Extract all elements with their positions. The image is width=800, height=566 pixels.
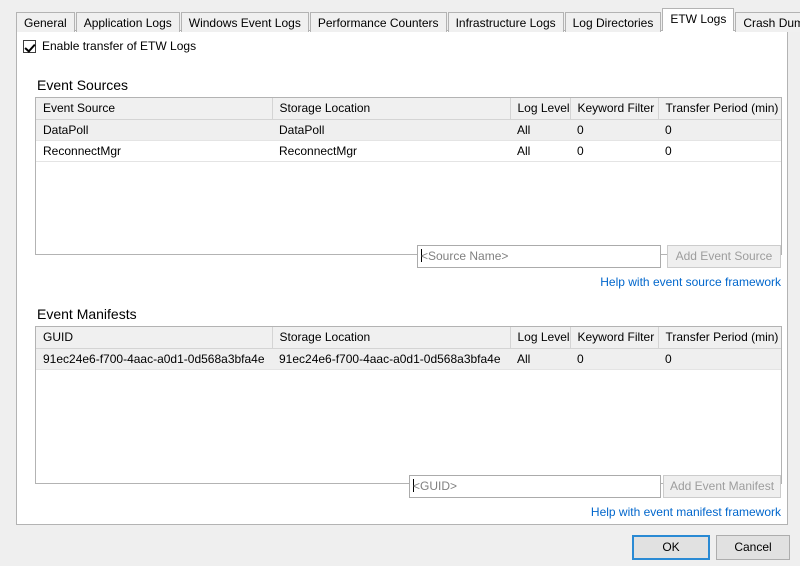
column-header-transfer-period[interactable]: Transfer Period (min)	[658, 327, 781, 349]
cell-transfer-period[interactable]: 0	[658, 348, 781, 370]
table-empty-cell	[36, 369, 781, 483]
tab-crash-dumps[interactable]: Crash Dumps	[735, 12, 800, 32]
tab-label: ETW Logs	[670, 12, 727, 26]
source-name-placeholder: <Source Name>	[421, 249, 509, 263]
tab-log-directories[interactable]: Log Directories	[564, 12, 662, 32]
cancel-button-label: Cancel	[734, 540, 772, 554]
dialog-footer: OK Cancel	[0, 525, 800, 566]
cell-log-level[interactable]: All	[510, 140, 570, 162]
tab-general[interactable]: General	[16, 12, 75, 32]
cell-keyword-filter[interactable]: 0	[570, 119, 658, 141]
column-header-storage-location[interactable]: Storage Location	[272, 327, 511, 349]
add-event-source-button[interactable]: Add Event Source	[667, 245, 781, 268]
cell-log-level[interactable]: All	[510, 119, 570, 141]
event-source-framework-help-link[interactable]: Help with event source framework	[421, 275, 781, 289]
event-manifests-table: GUID Storage Location Log Level Keyword …	[36, 327, 781, 483]
ok-button-label: OK	[662, 540, 680, 554]
table-empty-area	[36, 369, 781, 483]
table-empty-cell	[36, 161, 781, 254]
cell-storage-location[interactable]: ReconnectMgr	[272, 140, 510, 162]
ok-button[interactable]: OK	[632, 535, 710, 560]
checkmark-icon[interactable]	[23, 39, 36, 53]
event-manifest-framework-help-link[interactable]: Help with event manifest framework	[421, 505, 781, 519]
table-header-row: GUID Storage Location Log Level Keyword …	[36, 327, 781, 349]
etw-logs-tab-panel: Enable transfer of ETW Logs Event Source…	[16, 30, 788, 525]
add-event-source-label: Add Event Source	[675, 249, 773, 263]
source-name-input[interactable]: <Source Name>	[417, 245, 661, 268]
table-row[interactable]: ReconnectMgr ReconnectMgr All 0 0	[36, 140, 781, 162]
tab-bar: General Application Logs Windows Event L…	[16, 8, 800, 32]
column-header-storage-location[interactable]: Storage Location	[272, 98, 511, 120]
enable-etw-transfer-checkbox[interactable]: Enable transfer of ETW Logs	[23, 39, 196, 53]
table-row[interactable]: DataPoll DataPoll All 0 0	[36, 119, 781, 141]
cell-guid[interactable]: 91ec24e6-f700-4aac-a0d1-0d568a3bfa4e	[36, 348, 272, 370]
tab-label: Performance Counters	[317, 16, 439, 30]
add-event-manifest-button[interactable]: Add Event Manifest	[663, 475, 781, 498]
event-sources-table: Event Source Storage Location Log Level …	[36, 98, 781, 254]
tab-label: General	[24, 16, 67, 30]
column-header-event-source[interactable]: Event Source	[36, 98, 273, 120]
cell-keyword-filter[interactable]: 0	[570, 348, 658, 370]
tab-performance-counters[interactable]: Performance Counters	[309, 12, 447, 32]
table-header-row: Event Source Storage Location Log Level …	[36, 98, 781, 120]
column-header-log-level[interactable]: Log Level	[510, 98, 571, 120]
cancel-button[interactable]: Cancel	[716, 535, 790, 560]
table-row[interactable]: 91ec24e6-f700-4aac-a0d1-0d568a3bfa4e 91e…	[36, 348, 781, 370]
cell-transfer-period[interactable]: 0	[658, 140, 781, 162]
event-sources-heading: Event Sources	[37, 77, 129, 93]
tab-label: Application Logs	[83, 16, 172, 30]
cell-log-level[interactable]: All	[510, 348, 570, 370]
tab-windows-event-logs[interactable]: Windows Event Logs	[180, 12, 309, 32]
event-sources-grid[interactable]: Event Source Storage Location Log Level …	[35, 97, 782, 255]
tab-application-logs[interactable]: Application Logs	[75, 12, 180, 32]
tab-etw-logs[interactable]: ETW Logs	[662, 8, 735, 31]
table-empty-area	[36, 161, 781, 254]
cell-storage-location[interactable]: DataPoll	[272, 119, 510, 141]
event-manifests-grid[interactable]: GUID Storage Location Log Level Keyword …	[35, 326, 782, 484]
column-header-transfer-period[interactable]: Transfer Period (min)	[658, 98, 781, 120]
tab-label: Infrastructure Logs	[455, 16, 556, 30]
tab-infrastructure-logs[interactable]: Infrastructure Logs	[447, 12, 564, 32]
cell-keyword-filter[interactable]: 0	[570, 140, 658, 162]
cell-event-source[interactable]: ReconnectMgr	[36, 140, 272, 162]
add-event-manifest-label: Add Event Manifest	[669, 479, 775, 493]
tab-label: Windows Event Logs	[188, 16, 301, 30]
event-manifests-heading: Event Manifests	[37, 306, 137, 322]
enable-etw-transfer-label: Enable transfer of ETW Logs	[42, 39, 197, 53]
tab-label: Log Directories	[572, 16, 654, 30]
cell-event-source[interactable]: DataPoll	[36, 119, 272, 141]
column-header-log-level[interactable]: Log Level	[510, 327, 571, 349]
cell-transfer-period[interactable]: 0	[658, 119, 781, 141]
column-header-keyword-filter[interactable]: Keyword Filter	[570, 327, 659, 349]
cell-storage-location[interactable]: 91ec24e6-f700-4aac-a0d1-0d568a3bfa4e	[272, 348, 510, 370]
tab-label: Crash Dumps	[743, 16, 800, 30]
guid-input[interactable]: <GUID>	[409, 475, 661, 498]
guid-placeholder: <GUID>	[413, 479, 458, 493]
column-header-guid[interactable]: GUID	[36, 327, 273, 349]
column-header-keyword-filter[interactable]: Keyword Filter	[570, 98, 659, 120]
